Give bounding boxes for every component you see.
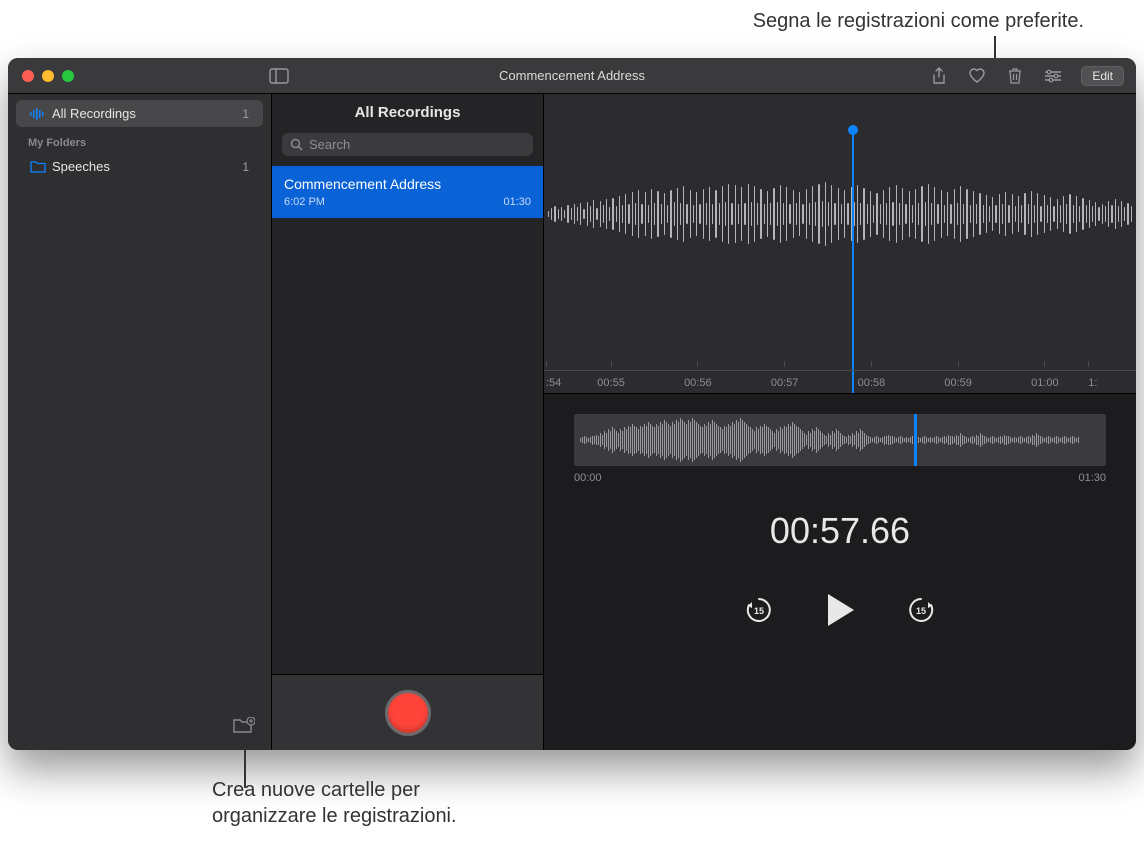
record-bar [272, 674, 543, 750]
share-icon [931, 67, 947, 85]
sidebar-item-count: 1 [242, 160, 249, 174]
time-tick: 01:00 [1002, 367, 1089, 393]
time-ruler-ticks: :5400:5500:5600:5700:5800:5901:001: [544, 367, 1136, 393]
playback-controls: 15 15 [544, 592, 1136, 628]
settings-button[interactable] [1043, 66, 1063, 86]
heart-icon [968, 68, 986, 84]
sidebar: All Recordings 1 My Folders Speeches 1 [8, 94, 272, 750]
recording-time: 6:02 PM [284, 196, 325, 208]
waveform-detail[interactable]: :5400:5500:5600:5700:5800:5901:001: [544, 94, 1136, 394]
search-field[interactable] [282, 133, 533, 156]
waveform-overview-section: 00:00 01:30 [544, 394, 1136, 484]
sidebar-toggle-button[interactable] [269, 68, 289, 84]
minimize-window-button[interactable] [42, 70, 54, 82]
close-window-button[interactable] [22, 70, 34, 82]
time-tick: 00:57 [741, 367, 828, 393]
current-time-display: 00:57.66 [544, 510, 1136, 552]
sliders-icon [1044, 69, 1062, 83]
new-folder-icon [233, 717, 255, 735]
titlebar: Commencement Address [8, 58, 1136, 94]
skip-back-icon: 15 [744, 595, 774, 625]
sidebar-icon [269, 68, 289, 84]
recording-name: Commencement Address [284, 176, 531, 192]
sidebar-item-label: Speeches [52, 159, 242, 174]
svg-text:15: 15 [916, 606, 926, 616]
waveform-icon [30, 107, 52, 121]
record-button[interactable] [385, 690, 431, 736]
time-tick: 00:59 [915, 367, 1002, 393]
sidebar-item-speeches[interactable]: Speeches 1 [16, 153, 263, 180]
share-button[interactable] [929, 66, 949, 86]
overview-start-time: 00:00 [574, 472, 602, 484]
edit-button[interactable]: Edit [1081, 66, 1124, 86]
skip-forward-icon: 15 [906, 595, 936, 625]
search-input[interactable] [309, 137, 525, 152]
search-icon [290, 138, 303, 151]
detail-pane: :5400:5500:5600:5700:5800:5901:001: 00:0… [544, 94, 1136, 750]
time-tick: 00:55 [568, 367, 655, 393]
skip-back-15-button[interactable]: 15 [744, 595, 774, 625]
favorite-button[interactable] [967, 66, 987, 86]
overview-end-time: 01:30 [1078, 472, 1106, 484]
recordings-list: All Recordings Commencement Address 6:02… [272, 94, 544, 750]
play-button[interactable] [824, 592, 856, 628]
time-tick: 1: [1088, 367, 1136, 393]
list-header: All Recordings [272, 94, 543, 133]
sidebar-section-my-folders: My Folders [8, 127, 271, 153]
time-tick: 00:58 [828, 367, 915, 393]
sidebar-item-label: All Recordings [52, 106, 242, 121]
maximize-window-button[interactable] [62, 70, 74, 82]
sidebar-item-count: 1 [242, 107, 249, 121]
new-folder-button[interactable] [233, 717, 255, 740]
time-tick: 00:56 [654, 367, 741, 393]
folder-icon [30, 160, 52, 173]
time-tick: :54 [544, 367, 568, 393]
window-controls [8, 70, 74, 82]
app-window: Commencement Address [8, 58, 1136, 750]
svg-text:15: 15 [754, 606, 764, 616]
recording-duration: 01:30 [503, 196, 531, 208]
waveform-overview[interactable] [574, 414, 1106, 466]
sidebar-item-all-recordings[interactable]: All Recordings 1 [16, 100, 263, 127]
recording-row[interactable]: Commencement Address 6:02 PM 01:30 [272, 166, 543, 218]
skip-forward-15-button[interactable]: 15 [906, 595, 936, 625]
delete-button[interactable] [1005, 66, 1025, 86]
playhead[interactable] [852, 130, 854, 394]
callout-new-folder: Crea nuove cartelle per organizzare le r… [212, 777, 457, 829]
toolbar-right: Edit [929, 66, 1124, 86]
play-icon [824, 592, 856, 628]
trash-icon [1008, 67, 1022, 84]
callout-favorite: Segna le registrazioni come preferite. [753, 10, 1084, 33]
window-title: Commencement Address [499, 68, 645, 83]
